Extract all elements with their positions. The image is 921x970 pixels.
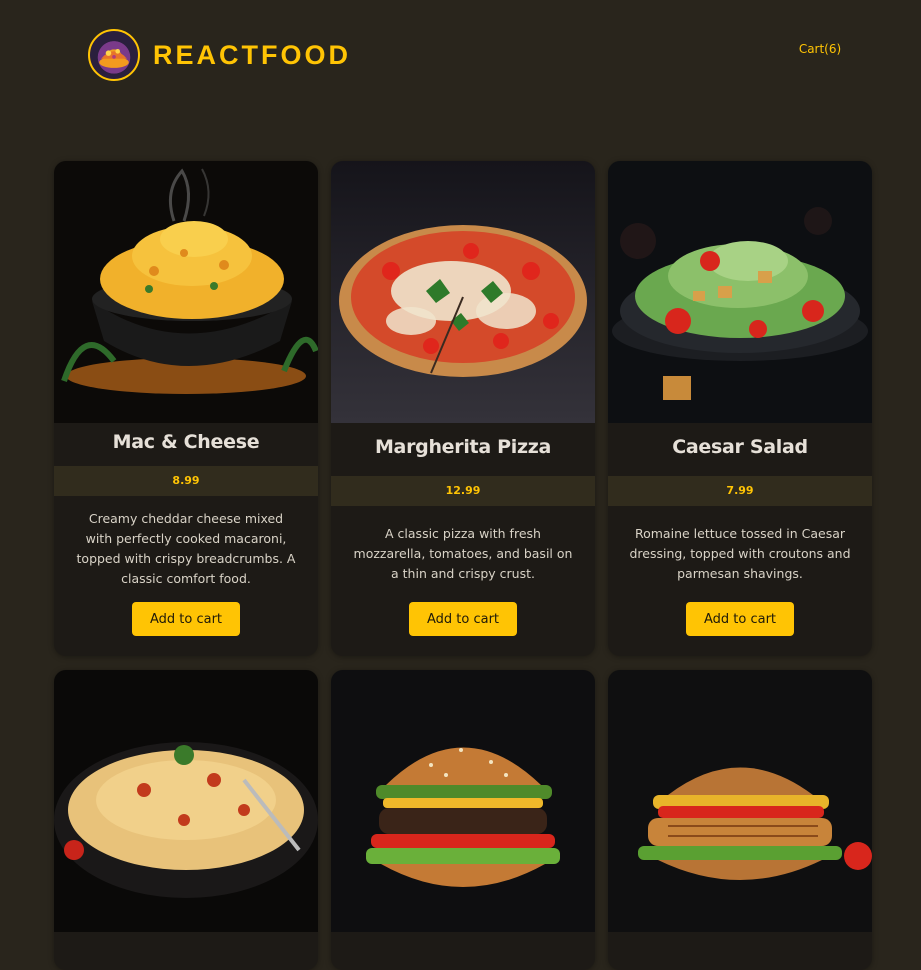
add-to-cart-button[interactable]: Add to cart	[686, 602, 794, 636]
logo	[88, 29, 140, 81]
price-band: 7.99	[608, 476, 872, 506]
meal-item: Mac & Cheese 8.99 Creamy cheddar cheese …	[54, 161, 318, 656]
add-to-cart-button[interactable]: Add to cart	[409, 602, 517, 636]
food-logo-icon	[99, 49, 129, 68]
meal-price: 8.99	[172, 474, 200, 487]
price-band: 8.99	[54, 466, 318, 496]
burger-image	[331, 670, 595, 932]
spaghetti-image	[54, 670, 318, 932]
meal-item: Margherita Pizza 12.99 A classic pizza w…	[331, 161, 595, 656]
pizza-image	[331, 161, 595, 423]
meal-image-chicken-burger	[608, 670, 872, 932]
meal-image-caesar-salad	[608, 161, 872, 423]
meal-item	[54, 670, 318, 970]
meal-title: Caesar Salad	[672, 436, 808, 458]
meal-description: Creamy cheddar cheese mixed with perfect…	[76, 511, 296, 586]
meal-price: 7.99	[726, 484, 754, 497]
meal-title: Margherita Pizza	[374, 436, 552, 458]
price-band: 12.99	[331, 476, 595, 506]
meal-title: Mac & Cheese	[112, 431, 260, 453]
meal-description: A classic pizza with fresh mozzarella, t…	[353, 526, 573, 581]
meal-item	[331, 670, 595, 970]
site-title: REACTFOOD	[153, 40, 351, 70]
meal-image-spaghetti	[54, 670, 318, 932]
salad-image	[608, 161, 872, 423]
main-header: REACTFOOD Cart(6)	[0, 0, 921, 110]
chicken-burger-image	[608, 670, 872, 932]
add-to-cart-button[interactable]: Add to cart	[132, 602, 240, 636]
meal-price: 12.99	[445, 484, 481, 497]
meal-description: Romaine lettuce tossed in Caesar dressin…	[629, 526, 851, 581]
meal-image-burger	[331, 670, 595, 932]
cart-button[interactable]: Cart(6)	[790, 40, 850, 58]
meal-item: Caesar Salad 7.99 Romaine lettuce tossed…	[608, 161, 872, 656]
meal-image-margherita-pizza	[331, 161, 595, 423]
mac-and-cheese-image	[54, 161, 318, 423]
meal-image-mac-and-cheese	[54, 161, 318, 423]
meal-item	[608, 670, 872, 970]
